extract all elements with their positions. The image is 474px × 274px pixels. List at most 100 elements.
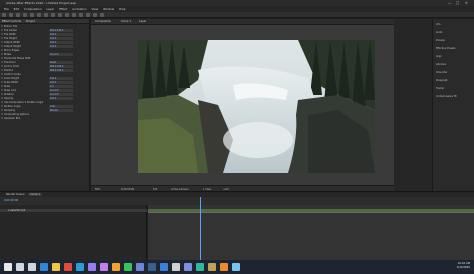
tab-timeline-comp-1[interactable]: Comp 1 [28,193,43,196]
chrome-icon[interactable] [64,263,72,271]
tab-comp-1[interactable]: Comp 1 [121,20,131,23]
hand-tool-icon[interactable] [15,13,20,17]
effect-property-row[interactable]: Gaussian Blur [0,116,89,120]
stopwatch-icon[interactable] [1,113,3,115]
tab-project[interactable]: Project [24,20,37,24]
stopwatch-icon[interactable] [1,53,3,55]
discord-icon[interactable] [136,263,144,271]
stopwatch-icon[interactable] [1,93,3,95]
menu-view[interactable]: View [92,7,99,11]
rotate-tool-icon[interactable] [29,13,34,17]
windows-taskbar: 10:42 AM 3/12/2020 [0,260,474,274]
timeline-track-area[interactable] [148,205,474,260]
waterfall-footage-image [138,40,375,173]
settings-icon[interactable] [172,263,180,271]
stopwatch-icon[interactable] [1,45,3,47]
tab-composition[interactable]: Composition [95,20,111,23]
timeline-timecode[interactable]: 0:00:00:00 [4,199,18,202]
after-effects-icon[interactable] [88,263,96,271]
window-title: Adobe After Effects 2020 - Untitled Proj… [6,1,77,5]
tab-render-queue[interactable]: Render Queue [4,193,27,196]
system-clock[interactable]: 10:42 AM 3/12/2020 [457,262,470,270]
puppet-tool-icon[interactable] [99,13,104,17]
stopwatch-icon[interactable] [1,105,3,107]
camera-tool-icon[interactable] [36,13,41,17]
timeline-layer[interactable]: 1 waterfall.mp4 [0,209,147,212]
panel-audio[interactable]: Audio [436,31,443,34]
clone-tool-icon[interactable] [78,13,83,17]
vlc-icon[interactable] [220,263,228,271]
stopwatch-icon[interactable] [1,41,3,43]
stopwatch-icon[interactable] [1,117,3,119]
menu-file[interactable]: File [4,7,9,11]
premiere-icon[interactable] [100,263,108,271]
stopwatch-icon[interactable] [1,57,3,59]
audition-icon[interactable] [196,263,204,271]
panel-preview[interactable]: Preview [436,39,445,42]
stopwatch-icon[interactable] [1,33,3,35]
eraser-tool-icon[interactable] [85,13,90,17]
type-tool-icon[interactable] [64,13,69,17]
stopwatch-icon[interactable] [1,37,3,39]
zoom-tool-icon[interactable] [22,13,27,17]
minimize-icon[interactable]: — [448,1,451,5]
timeline-header: 0:00:00:00 [0,197,474,205]
menu-help[interactable]: Help [119,7,125,11]
panel-character[interactable]: Character [436,71,447,74]
layer-duration-bar-outline [148,212,474,213]
illustrator-icon[interactable] [112,263,120,271]
maximize-icon[interactable]: □ [456,1,459,5]
menu-composition[interactable]: Composition [24,7,41,11]
notepad-icon[interactable] [232,263,240,271]
stopwatch-icon[interactable] [1,69,3,71]
shape-tool-icon[interactable] [50,13,55,17]
tab-effect-controls[interactable]: Effect Controls [0,20,23,24]
menu-layer[interactable]: Layer [46,7,54,11]
stopwatch-icon[interactable] [1,81,3,83]
stopwatch-icon[interactable] [1,65,3,67]
pen-tool-icon[interactable] [57,13,62,17]
panel-tracker[interactable]: Tracker [436,87,444,90]
stopwatch-icon[interactable] [1,49,3,51]
spotify-icon[interactable] [124,263,132,271]
panel-align[interactable]: Align [436,55,442,58]
close-icon[interactable]: ✕ [465,1,468,5]
stopwatch-icon[interactable] [1,77,3,79]
file-explorer-icon[interactable] [52,263,60,271]
menu-animation[interactable]: Animation [72,7,86,11]
menu-window[interactable]: Window [103,7,114,11]
stopwatch-icon[interactable] [1,29,3,31]
photoshop-icon[interactable] [76,263,84,271]
stopwatch-icon[interactable] [1,73,3,75]
pan-behind-tool-icon[interactable] [43,13,48,17]
panel-info[interactable]: Info [436,23,440,26]
media-encoder-icon[interactable] [184,263,192,271]
stopwatch-icon[interactable] [1,101,3,103]
bridge-icon[interactable] [208,263,216,271]
stopwatch-icon[interactable] [1,97,3,99]
panel-content-aware-fill[interactable]: Content-Aware Fill [436,95,457,98]
start-icon[interactable] [4,263,12,271]
tab-layer[interactable]: Layer [139,20,146,23]
clock-date: 3/12/2020 [456,266,470,269]
selection-tool-icon[interactable] [8,13,13,17]
stopwatch-icon[interactable] [1,85,3,87]
home-tool-icon[interactable] [2,13,6,17]
stopwatch-icon[interactable] [1,25,3,27]
search-icon[interactable] [16,263,24,271]
panel-libraries[interactable]: Libraries [436,63,446,66]
steam-icon[interactable] [148,263,156,271]
panel-paragraph[interactable]: Paragraph [436,79,448,82]
panel-effects-presets[interactable]: Effects & Presets [436,47,455,50]
edge-icon[interactable] [40,263,48,271]
stopwatch-icon[interactable] [1,89,3,91]
task-view-icon[interactable] [28,263,36,271]
menu-effect[interactable]: Effect [59,7,67,11]
roto-tool-icon[interactable] [92,13,97,17]
current-time-indicator[interactable] [200,197,201,260]
mail-icon[interactable] [160,263,168,271]
brush-tool-icon[interactable] [71,13,76,17]
stopwatch-icon[interactable] [1,109,3,111]
menu-edit[interactable]: Edit [14,7,19,11]
stopwatch-icon[interactable] [1,61,3,63]
